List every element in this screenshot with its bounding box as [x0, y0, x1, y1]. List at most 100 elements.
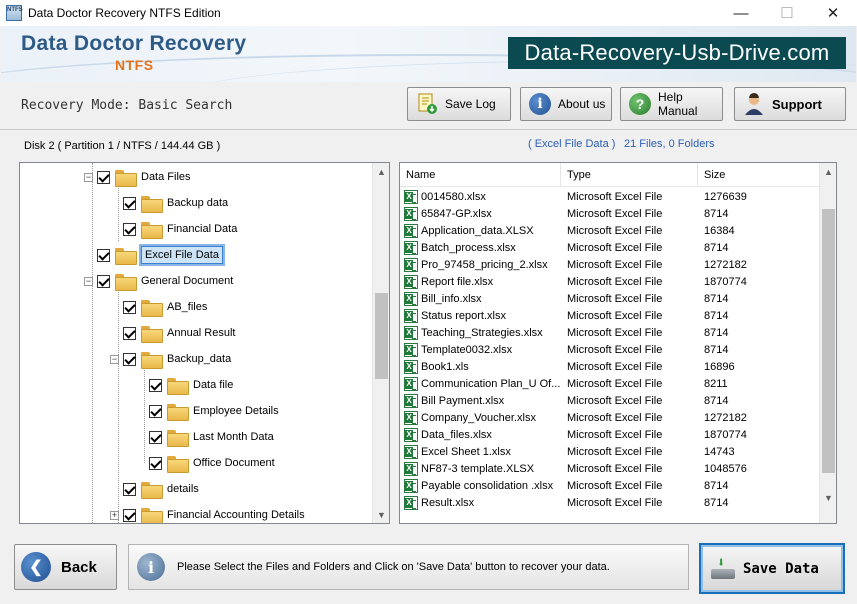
- window-title: Data Doctor Recovery NTFS Edition: [28, 6, 221, 20]
- file-row[interactable]: Excel Sheet 1.xlsx Microsoft Excel File 14…: [400, 443, 820, 460]
- collapse-icon[interactable]: −: [84, 276, 93, 286]
- tree-item[interactable]: Last Month Data: [136, 427, 274, 447]
- tree-checkbox[interactable]: [97, 170, 110, 184]
- close-button[interactable]: ✕: [810, 0, 856, 26]
- file-row[interactable]: Payable consolidation .xlsx Microsoft Exc…: [400, 477, 820, 494]
- maximize-button[interactable]: ☐: [764, 0, 810, 26]
- tree-item[interactable]: Financial Data: [110, 219, 237, 239]
- tree-item[interactable]: − Backup_data: [110, 349, 231, 369]
- tree-item[interactable]: Employee Details: [136, 401, 279, 421]
- file-name-cell: Payable consolidation .xlsx: [400, 478, 561, 493]
- save-log-label: Save Log: [445, 97, 496, 111]
- tree-item[interactable]: Backup data: [110, 193, 228, 213]
- scroll-thumb[interactable]: [822, 209, 835, 473]
- file-row[interactable]: Data_files.xlsx Microsoft Excel File 18707…: [400, 426, 820, 443]
- tree-checkbox[interactable]: [149, 404, 162, 418]
- tree-checkbox[interactable]: [123, 196, 136, 210]
- tree-checkbox[interactable]: [97, 274, 110, 288]
- about-us-button[interactable]: i About us: [520, 87, 612, 121]
- tree-item[interactable]: − General Document: [84, 271, 233, 291]
- file-type: Microsoft Excel File: [567, 462, 663, 475]
- tree-item-label: Backup data: [167, 197, 229, 209]
- tree-item[interactable]: − Data Files: [84, 167, 191, 187]
- file-row[interactable]: Company_Voucher.xlsx Microsoft Excel File…: [400, 409, 820, 426]
- help-manual-button[interactable]: ? Help Manual: [620, 87, 723, 121]
- save-log-icon: [418, 93, 437, 114]
- folder-icon: [115, 273, 137, 291]
- tree-item[interactable]: Annual Result: [110, 323, 236, 343]
- column-header-name[interactable]: Name: [400, 163, 561, 187]
- file-name: Book1.xls: [421, 360, 469, 373]
- collapse-icon[interactable]: −: [110, 354, 119, 364]
- tree-checkbox[interactable]: [123, 508, 136, 522]
- file-row[interactable]: 65847-GP.xlsx Microsoft Excel File 8714: [400, 205, 820, 222]
- file-size: 1870774: [704, 275, 747, 288]
- excel-file-icon: [404, 342, 418, 357]
- file-row[interactable]: Bill Payment.xlsx Microsoft Excel File 871…: [400, 392, 820, 409]
- folder-icon: [167, 455, 189, 473]
- tree-item-label: Backup_data: [167, 353, 232, 365]
- tree-checkbox[interactable]: [123, 352, 136, 366]
- column-header-size[interactable]: Size: [698, 163, 820, 187]
- tree-checkbox[interactable]: [123, 222, 136, 236]
- file-row[interactable]: Bill_info.xlsx Microsoft Excel File 8714: [400, 290, 820, 307]
- tree-item[interactable]: details: [110, 479, 199, 499]
- excel-file-icon: [404, 325, 418, 340]
- save-log-button[interactable]: Save Log: [407, 87, 511, 121]
- file-row[interactable]: Application_data.XLSX Microsoft Excel Fil…: [400, 222, 820, 239]
- folder-tree[interactable]: − Data Files Backup data Financial Data Exce…: [19, 162, 390, 524]
- file-row[interactable]: Communication Plan_U Of... Microsoft Exce…: [400, 375, 820, 392]
- file-row[interactable]: Teaching_Strategies.xlsx Microsoft Excel …: [400, 324, 820, 341]
- file-row[interactable]: Status report.xlsx Microsoft Excel File 87…: [400, 307, 820, 324]
- file-name: Result.xlsx: [421, 496, 475, 509]
- minimize-button[interactable]: —: [718, 0, 764, 26]
- back-button[interactable]: ❮ Back: [14, 544, 117, 590]
- tree-checkbox[interactable]: [149, 430, 162, 444]
- file-name: Data_files.xlsx: [421, 428, 492, 441]
- tree-checkbox[interactable]: [123, 300, 136, 314]
- collapse-icon[interactable]: −: [84, 172, 93, 182]
- file-row[interactable]: Result.xlsx Microsoft Excel File 8714: [400, 494, 820, 511]
- file-row[interactable]: Template0032.xlsx Microsoft Excel File 871…: [400, 341, 820, 358]
- tree-checkbox[interactable]: [149, 378, 162, 392]
- folder-icon: [167, 429, 189, 447]
- tree-checkbox[interactable]: [149, 456, 162, 470]
- column-header-type[interactable]: Type: [561, 163, 698, 187]
- file-type: Microsoft Excel File: [567, 190, 663, 203]
- tree-item[interactable]: + Financial Accounting Details: [110, 505, 305, 523]
- scroll-thumb[interactable]: [375, 293, 388, 379]
- folder-icon: [141, 351, 163, 369]
- file-row[interactable]: NF87-3 template.XLSX Microsoft Excel File…: [400, 460, 820, 477]
- file-row[interactable]: 0014580.xlsx Microsoft Excel File 1276639: [400, 188, 820, 205]
- file-row[interactable]: Pro_97458_pricing_2.xlsx Microsoft Excel …: [400, 256, 820, 273]
- file-name-cell: Bill Payment.xlsx: [400, 393, 561, 408]
- save-data-button[interactable]: Save Data: [699, 543, 845, 594]
- file-row[interactable]: Report file.xlsx Microsoft Excel File 1870…: [400, 273, 820, 290]
- file-row[interactable]: Batch_process.xlsx Microsoft Excel File 87…: [400, 239, 820, 256]
- tree-vertical-scrollbar[interactable]: ▲ ▼: [372, 163, 389, 523]
- file-type: Microsoft Excel File: [567, 360, 663, 373]
- file-size: 16384: [704, 224, 735, 237]
- tree-item[interactable]: Office Document: [136, 453, 275, 473]
- expand-icon[interactable]: +: [110, 510, 119, 520]
- support-button[interactable]: Support: [734, 87, 846, 121]
- scroll-up-arrow[interactable]: ▲: [373, 163, 389, 180]
- scroll-down-arrow[interactable]: ▼: [373, 506, 389, 523]
- tree-checkbox[interactable]: [123, 326, 136, 340]
- tree-item[interactable]: AB_files: [110, 297, 207, 317]
- file-row[interactable]: Book1.xls Microsoft Excel File 16896: [400, 358, 820, 375]
- file-list[interactable]: Name Type Size 0014580.xlsx Microsoft Exc…: [399, 162, 837, 524]
- website-banner[interactable]: Data-Recovery-Usb-Drive.com: [508, 37, 846, 69]
- scroll-up-arrow[interactable]: ▲: [820, 163, 836, 180]
- tree-checkbox[interactable]: [97, 248, 110, 262]
- tree-item[interactable]: Data file: [136, 375, 233, 395]
- tree-checkbox[interactable]: [123, 482, 136, 496]
- instruction-box: i Please Select the Files and Folders an…: [128, 544, 689, 590]
- file-name: Application_data.XLSX: [421, 224, 534, 237]
- scroll-down-arrow[interactable]: ▼: [820, 489, 836, 506]
- file-type: Microsoft Excel File: [567, 309, 663, 322]
- file-list-vertical-scrollbar[interactable]: ▲ ▼: [819, 163, 836, 523]
- file-size: 8714: [704, 292, 729, 305]
- tree-item[interactable]: Excel File Data: [84, 245, 223, 265]
- file-type: Microsoft Excel File: [567, 224, 663, 237]
